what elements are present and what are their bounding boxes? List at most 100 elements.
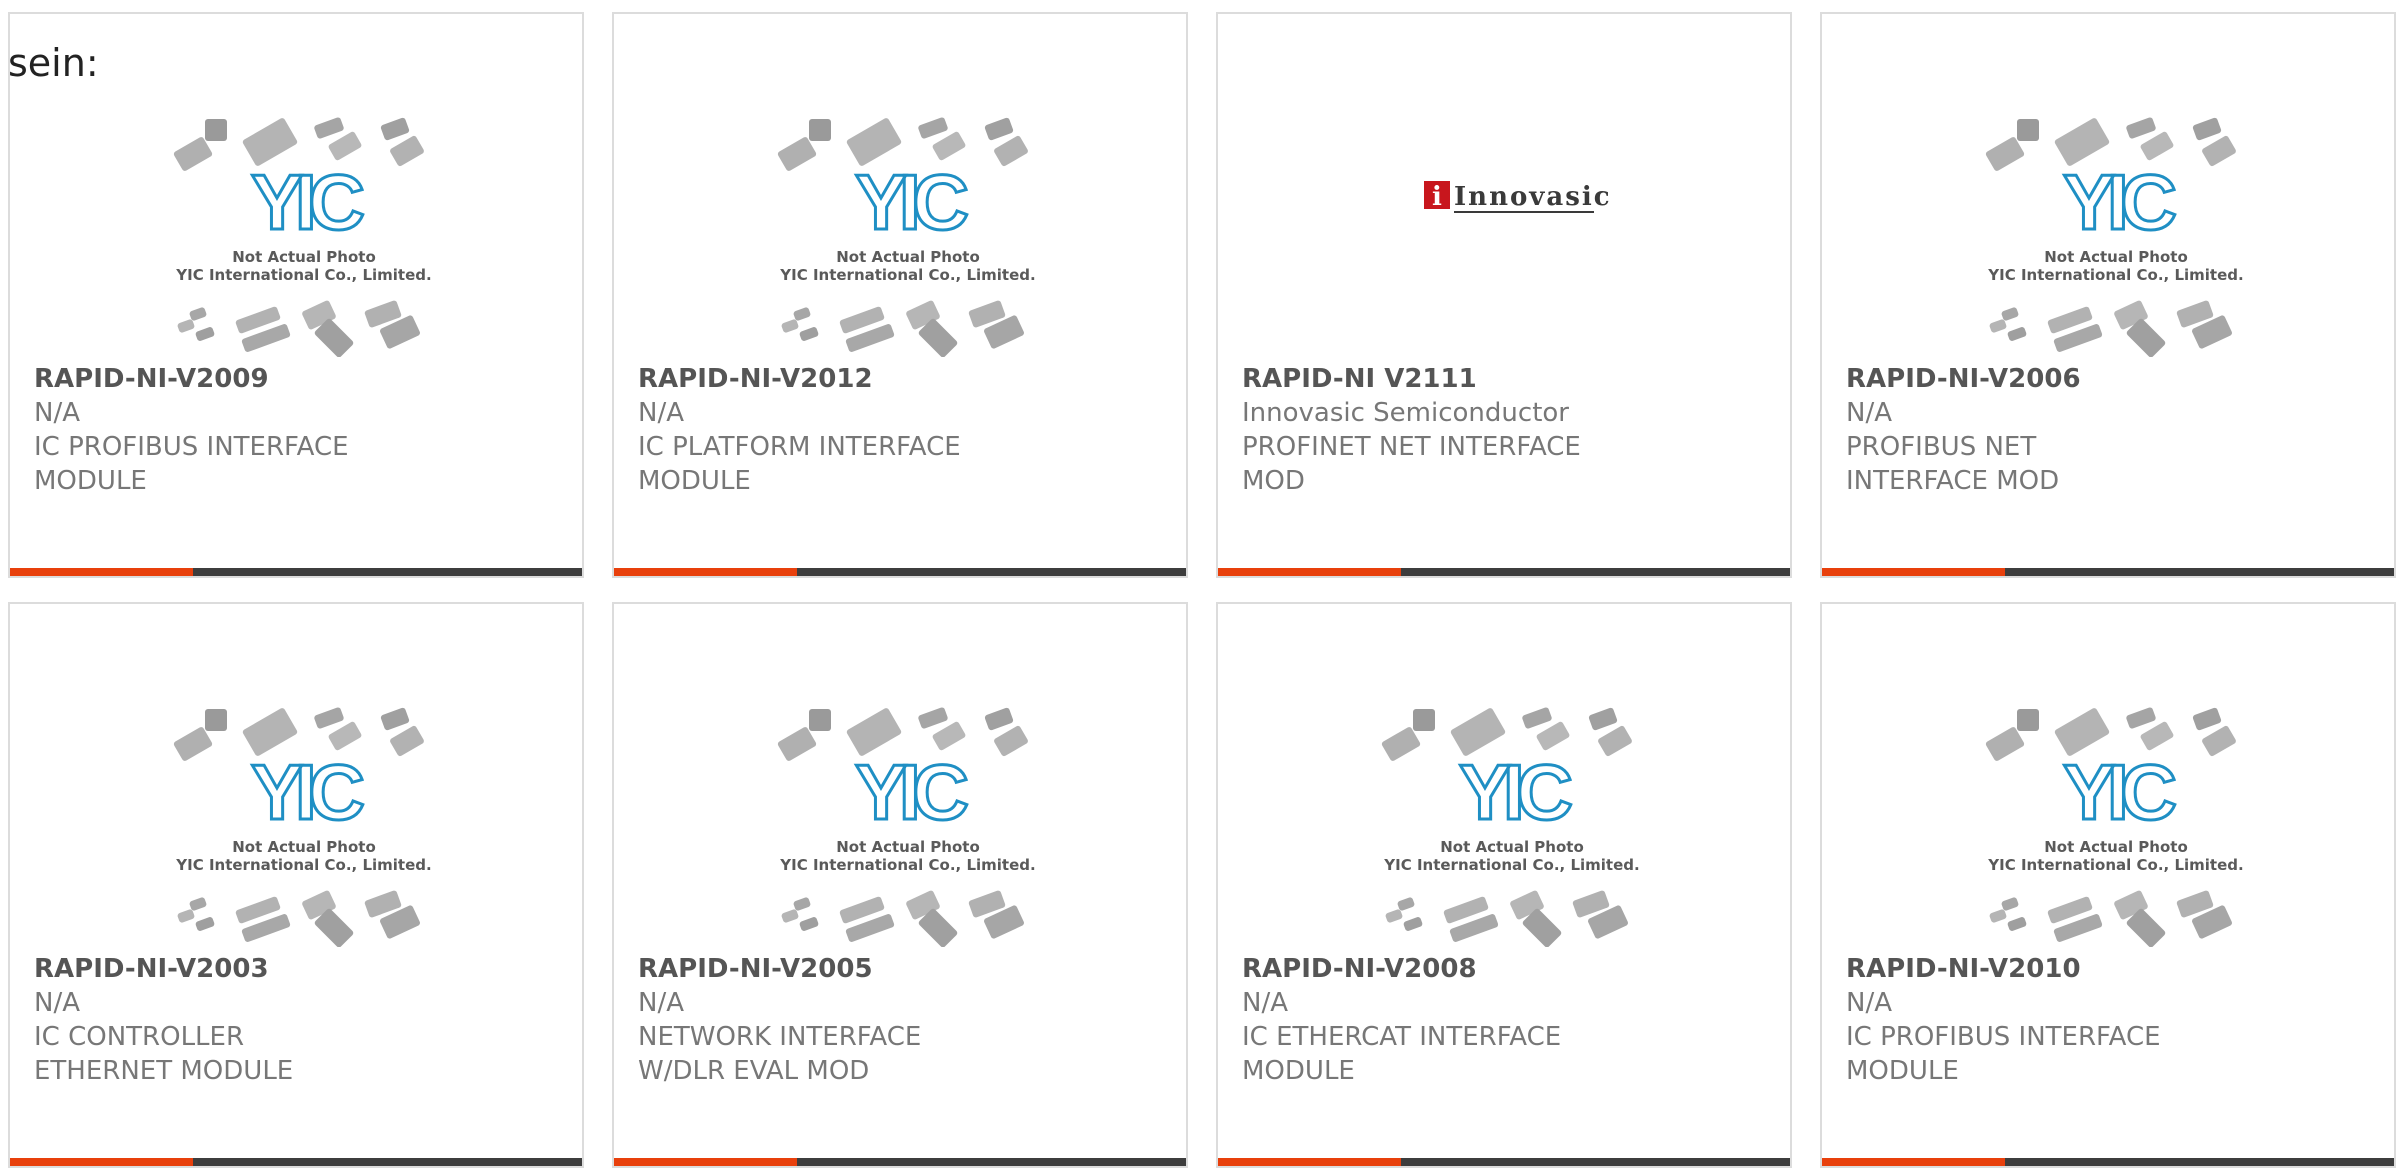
yic-logo: YIC: [855, 158, 968, 246]
chip-shape: [1522, 707, 1552, 729]
chip-shape: [2140, 131, 2174, 161]
chip-shape: [809, 709, 831, 731]
placeholder-caption: Not Actual Photo: [836, 838, 980, 856]
product-part-number[interactable]: RAPID-NI-V2010: [1846, 952, 2186, 986]
product-description: PROFIBUS NET INTERFACE MOD: [1846, 432, 2060, 496]
product-image-placeholder[interactable]: YIC Not Actual Photo YIC International Co.…: [1378, 697, 1646, 947]
chip-shape: [799, 327, 819, 341]
innovasic-logo-graphic: i Innovasic: [1424, 181, 1612, 213]
chip-shape: [2202, 135, 2236, 167]
product-manufacturer: N/A: [34, 988, 80, 1018]
product-part-number[interactable]: RAPID-NI V2111: [1242, 362, 1582, 396]
product-description: IC PLATFORM INTERFACE MODULE: [638, 432, 961, 496]
product-info: RAPID-NI-V2012 N/A IC PLATFORM INTERFACE M…: [638, 362, 978, 498]
chip-shape: [799, 917, 819, 931]
innovasic-wordmark: Innovasic: [1454, 182, 1612, 212]
card-accent-stripe: [614, 568, 797, 576]
card-bottom-bar: [1218, 568, 1790, 576]
yic-placeholder-graphic: YIC Not Actual PhotoYIC International Co.…: [1985, 117, 2244, 357]
card-accent-stripe: [614, 1158, 797, 1166]
product-card[interactable]: i Innovasic RAPID-NI V2111 Innovasic Semico…: [1216, 12, 1792, 578]
product-part-number[interactable]: RAPID-NI-V2012: [638, 362, 978, 396]
product-part-number[interactable]: RAPID-NI-V2009: [34, 362, 374, 396]
product-description: IC ETHERCAT INTERFACE MODULE: [1242, 1022, 1562, 1086]
product-card[interactable]: YIC Not Actual Photo YIC International Co.…: [1216, 602, 1792, 1168]
product-image-placeholder[interactable]: YIC Not Actual Photo YIC International Co.…: [1982, 107, 2250, 357]
chip-shape: [994, 725, 1028, 757]
yic-placeholder-graphic: YIC Not Actual PhotoYIC International Co.…: [1381, 707, 1640, 947]
chip-shape: [1588, 707, 1618, 731]
chip-shape: [984, 707, 1014, 731]
yic-logo: YIC: [2063, 748, 2176, 836]
chip-shape: [918, 707, 948, 729]
placeholder-caption: Not Actual Photo: [1440, 838, 1584, 856]
card-bottom-bar: [1822, 568, 2394, 576]
chip-shape: [2192, 117, 2222, 141]
product-image-placeholder[interactable]: YIC Not Actual Photo YIC International Co.…: [170, 697, 438, 947]
product-info: RAPID-NI-V2008 N/A IC ETHERCAT INTERFACE M…: [1242, 952, 1582, 1088]
placeholder-caption: YIC International Co., Limited.: [1383, 856, 1639, 874]
card-bottom-bar: [614, 568, 1186, 576]
chip-shape: [189, 307, 207, 321]
chip-shape: [1385, 909, 1403, 923]
chip-shape: [328, 131, 362, 161]
innovasic-logo[interactable]: i Innovasic: [1378, 107, 1646, 357]
product-image-placeholder[interactable]: YIC Not Actual Photo YIC International Co.…: [1982, 697, 2250, 947]
product-info: RAPID-NI-V2010 N/A IC PROFIBUS INTERFACE M…: [1846, 952, 2186, 1088]
product-manufacturer: N/A: [638, 988, 684, 1018]
product-manufacturer: N/A: [638, 398, 684, 428]
product-manufacturer: Innovasic Semiconductor: [1242, 398, 1569, 428]
product-description: IC PROFIBUS INTERFACE MODULE: [34, 432, 349, 496]
chip-shape: [177, 319, 195, 333]
chip-shape: [390, 725, 424, 757]
product-card[interactable]: YIC Not Actual Photo YIC International Co.…: [1820, 12, 2396, 578]
product-card[interactable]: YIC Not Actual Photo YIC International Co.…: [612, 12, 1188, 578]
product-image-placeholder[interactable]: YIC Not Actual Photo YIC International Co.…: [170, 107, 438, 357]
chip-shape: [314, 117, 344, 139]
page-fragment-text: sein:: [8, 41, 99, 85]
product-part-number[interactable]: RAPID-NI-V2005: [638, 952, 978, 986]
chip-shape: [1536, 721, 1570, 751]
product-card[interactable]: YIC Not Actual Photo YIC International Co.…: [8, 12, 584, 578]
chip-shape: [205, 709, 227, 731]
product-image-placeholder[interactable]: YIC Not Actual Photo YIC International Co.…: [774, 107, 1042, 357]
chip-shape: [2001, 897, 2019, 911]
product-card[interactable]: YIC Not Actual Photo YIC International Co.…: [8, 602, 584, 1168]
chip-shape: [777, 727, 817, 761]
product-manufacturer: N/A: [1846, 988, 1892, 1018]
chip-shape: [793, 307, 811, 321]
product-grid: YIC Not Actual Photo YIC International Co.…: [0, 0, 2400, 1168]
chip-shape: [173, 727, 213, 761]
chip-shape: [1989, 909, 2007, 923]
chip-shape: [173, 137, 213, 171]
product-image-placeholder[interactable]: YIC Not Actual Photo YIC International Co.…: [774, 697, 1042, 947]
product-card[interactable]: YIC Not Actual Photo YIC International Co.…: [612, 602, 1188, 1168]
chip-shape: [1985, 137, 2025, 171]
card-accent-stripe: [1822, 568, 2005, 576]
card-bottom-bar: [614, 1158, 1186, 1166]
innovasic-mark-letter: i: [1432, 182, 1442, 212]
placeholder-caption: YIC International Co., Limited.: [779, 266, 1035, 284]
chip-shape: [314, 707, 344, 729]
chip-shape: [2017, 709, 2039, 731]
product-info: RAPID-NI-V2003 N/A IC CONTROLLER ETHERNET …: [34, 952, 374, 1088]
chip-shape: [781, 319, 799, 333]
chip-shape: [1397, 897, 1415, 911]
chip-shape: [984, 117, 1014, 141]
yic-placeholder-graphic: YIC Not Actual PhotoYIC International Co.…: [777, 117, 1036, 357]
product-info: RAPID-NI-V2006 N/A PROFIBUS NET INTERFACE …: [1846, 362, 2186, 498]
chip-shape: [195, 917, 215, 931]
chip-shape: [1381, 727, 1421, 761]
yic-placeholder-graphic: YIC Not Actual PhotoYIC International Co.…: [173, 117, 432, 357]
chip-shape: [2192, 707, 2222, 731]
chip-shape: [777, 137, 817, 171]
yic-placeholder-graphic: YIC Not Actual PhotoYIC International Co.…: [777, 707, 1036, 947]
product-card[interactable]: YIC Not Actual Photo YIC International Co.…: [1820, 602, 2396, 1168]
product-part-number[interactable]: RAPID-NI-V2006: [1846, 362, 2186, 396]
chip-shape: [781, 909, 799, 923]
product-part-number[interactable]: RAPID-NI-V2008: [1242, 952, 1582, 986]
chip-shape: [2126, 707, 2156, 729]
chip-shape: [2017, 119, 2039, 141]
chip-shape: [1985, 727, 2025, 761]
product-part-number[interactable]: RAPID-NI-V2003: [34, 952, 374, 986]
